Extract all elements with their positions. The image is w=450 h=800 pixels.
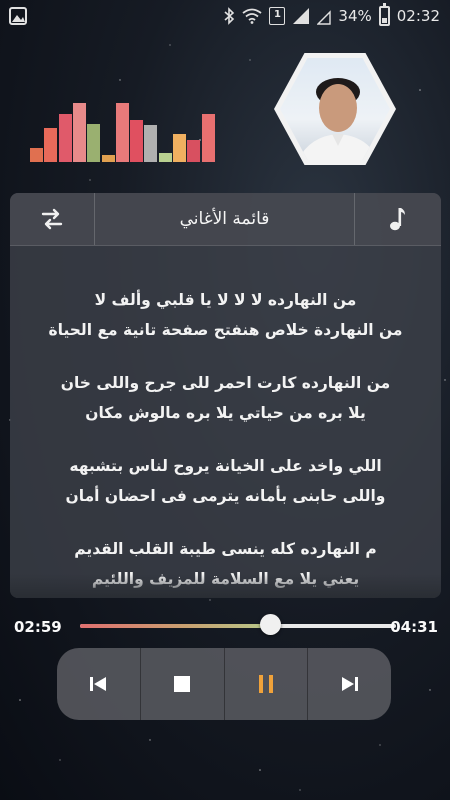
music-note-button[interactable] <box>354 193 441 245</box>
repeat-icon <box>41 208 63 230</box>
equalizer-bar <box>44 128 58 162</box>
battery-percent: 34% <box>338 7 372 25</box>
equalizer-bar <box>158 153 172 162</box>
equalizer-bar <box>72 103 86 162</box>
repeat-button[interactable] <box>10 193 95 245</box>
lyrics-line: اللي واخد على الخيانة يروح لناس بتشبهه <box>69 457 382 475</box>
lyrics-view[interactable]: من النهارده لا لا لا يا قلبي وألف لا من ا… <box>10 245 441 598</box>
bluetooth-icon <box>224 7 235 25</box>
current-time: 02:59 <box>14 618 62 636</box>
pause-button[interactable] <box>225 648 309 720</box>
equalizer-bar <box>58 114 72 162</box>
status-time: 02:32 <box>396 7 440 25</box>
equalizer-bar <box>173 134 186 162</box>
lyrics-line: من النهارده لا لا لا يا قلبي وألف لا <box>94 291 357 309</box>
next-icon <box>341 677 358 691</box>
battery-icon <box>378 3 390 26</box>
music-note-icon <box>390 208 405 231</box>
equalizer-bar <box>30 148 43 162</box>
stop-button[interactable] <box>141 648 225 720</box>
lyrics-line: من النهاردة خلاص هنفتح صفحة تانية مع الح… <box>48 321 403 339</box>
next-button[interactable] <box>308 648 391 720</box>
wifi-icon <box>242 8 262 24</box>
pause-icon <box>258 675 273 693</box>
lyrics-stanza: من النهارده لا لا لا يا قلبي وألف لا من ا… <box>10 285 441 345</box>
artist-avatar[interactable] <box>274 53 396 165</box>
total-time: 04:31 <box>390 618 438 636</box>
lyrics-stanza: اللي واخد على الخيانة يروح لناس بتشبهه وا… <box>10 451 441 511</box>
lyrics-panel: قائمة الأغاني من النهارده لا لا لا يا قل… <box>10 193 441 598</box>
equalizer-visualizer <box>30 100 215 162</box>
playlist-title[interactable]: قائمة الأغاني <box>94 193 355 245</box>
signal-x-icon <box>317 10 332 25</box>
equalizer-bar <box>144 125 158 162</box>
equalizer-bar <box>130 120 144 162</box>
panel-header: قائمة الأغاني <box>10 193 441 246</box>
equalizer-bar <box>101 155 115 162</box>
artist-photo <box>298 78 378 160</box>
gallery-icon <box>9 7 27 25</box>
lyrics-stanza: من النهارده كارت احمر للى جرح واللى خان ي… <box>10 368 441 428</box>
equalizer-bar <box>201 114 215 162</box>
equalizer-bar <box>87 124 101 162</box>
equalizer-bar <box>115 103 129 162</box>
equalizer-bar <box>187 140 201 162</box>
status-bar: 1 34% 02:32 <box>0 0 450 32</box>
seek-progress <box>80 624 270 628</box>
seek-thumb[interactable] <box>259 614 281 635</box>
stop-icon <box>174 676 191 692</box>
previous-icon <box>90 677 107 691</box>
lyrics-line: يلا بره من حياتي يلا بره مالوش مكان <box>85 404 366 422</box>
signal-icon <box>293 8 310 24</box>
previous-button[interactable] <box>57 648 141 720</box>
lyrics-line: واللى حابنى بأمانه يترمى فى احضان أمان <box>65 487 386 505</box>
sim-icon: 1 <box>269 7 286 25</box>
playback-controls <box>57 648 391 720</box>
lyrics-line: م النهارده كله ينسى طيبة القلب القديم <box>74 540 377 558</box>
lyrics-line: من النهارده كارت احمر للى جرح واللى خان <box>60 374 391 392</box>
seek-bar[interactable] <box>80 624 396 628</box>
